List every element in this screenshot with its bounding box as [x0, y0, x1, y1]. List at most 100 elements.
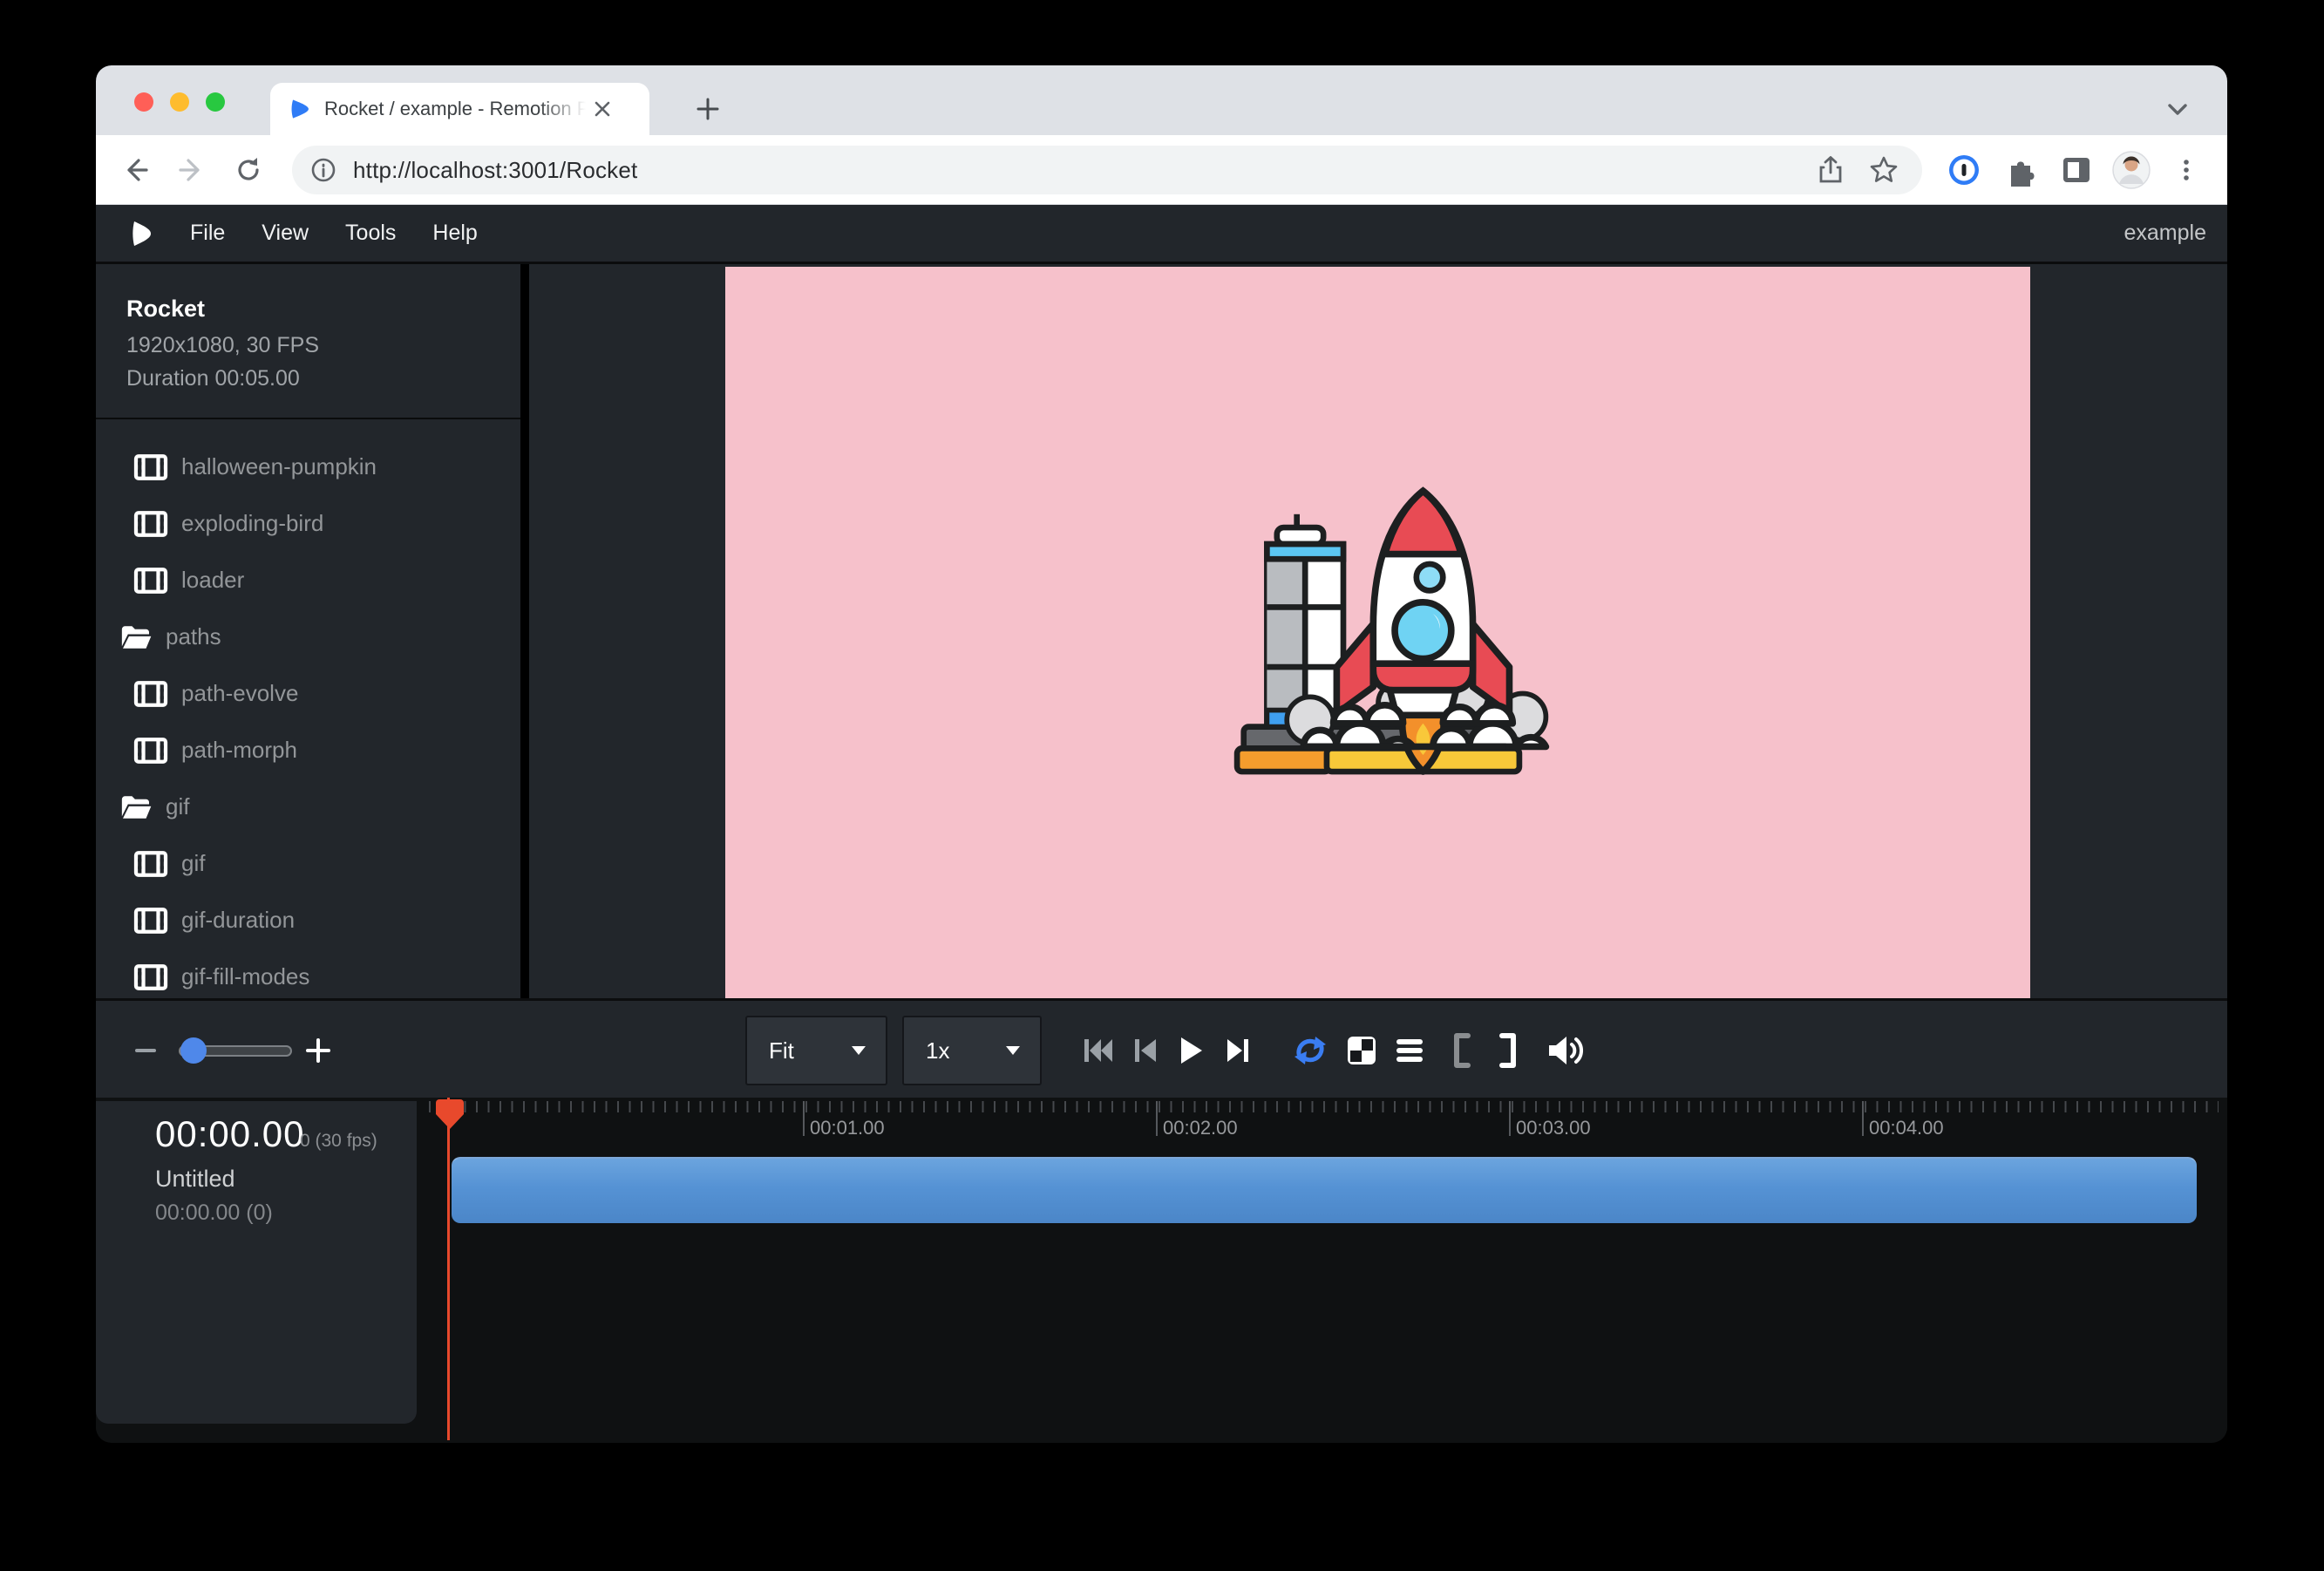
composition-label: halloween-pumpkin — [181, 453, 377, 480]
chevron-down-icon — [851, 1045, 866, 1056]
playback-speed-select[interactable]: 1x — [902, 1016, 1042, 1085]
composition-list-item[interactable]: paths — [96, 609, 520, 665]
film-icon — [133, 679, 168, 709]
preview-toolbar: Fit 1x — [96, 998, 2227, 1098]
composition-list-item[interactable]: path-evolve — [96, 665, 520, 722]
timeline-left-panel: 00:00.00 0 (30 fps) Untitled 00:00.00 (0… — [96, 1101, 417, 1424]
composition-list-item[interactable]: gif-fill-modes — [96, 949, 520, 998]
side-panel-icon[interactable] — [2057, 151, 2096, 189]
tab-strip: Rocket / example - Remotion Pr — [96, 65, 2227, 135]
current-time-display: 00:00.00 — [155, 1113, 305, 1155]
zoom-in-button[interactable] — [303, 1036, 333, 1065]
new-tab-button[interactable] — [694, 95, 722, 123]
menu-item-tools[interactable]: Tools — [345, 221, 396, 246]
frame-counter: 0 (30 fps) — [300, 1131, 377, 1152]
composition-name: Rocket — [126, 296, 520, 323]
reload-button[interactable] — [233, 154, 264, 186]
in-point-button[interactable] — [1445, 1032, 1477, 1069]
composition-list-item[interactable]: halloween-pumpkin — [96, 439, 520, 495]
size-select-value: Fit — [769, 1037, 794, 1064]
sidebar-divider — [96, 418, 520, 419]
playhead-line — [447, 1098, 450, 1440]
menu-item-view[interactable]: View — [262, 221, 309, 246]
ruler-major-tick — [1862, 1101, 1864, 1136]
track-name: Untitled — [155, 1166, 235, 1193]
back-button[interactable] — [119, 154, 151, 186]
composition-list-item[interactable]: gif-duration — [96, 892, 520, 949]
menu-item-help[interactable]: Help — [432, 221, 477, 246]
composition-list-item[interactable]: loader — [96, 552, 520, 609]
tab-search-chevron-icon[interactable] — [2164, 97, 2191, 121]
preview-stage — [529, 264, 2227, 998]
zoom-window-button[interactable] — [206, 92, 225, 112]
composition-list-item[interactable]: gif — [96, 779, 520, 835]
main-content: Rocket 1920x1080, 30 FPS Duration 00:05.… — [96, 264, 2227, 998]
timeline-tracks-button[interactable] — [1392, 1034, 1427, 1067]
sidebar-resize-handle[interactable] — [520, 264, 529, 998]
ruler-major-tick — [803, 1101, 805, 1136]
forward-button[interactable] — [176, 154, 207, 186]
bookmark-star-icon[interactable] — [1868, 154, 1899, 186]
loop-toggle-button[interactable] — [1291, 1032, 1329, 1069]
project-name-label: example — [2124, 221, 2207, 246]
zoom-slider-knob[interactable] — [180, 1037, 207, 1064]
composition-label: paths — [166, 623, 221, 650]
close-window-button[interactable] — [134, 92, 153, 112]
folder-open-icon — [119, 794, 153, 820]
composition-label: gif-fill-modes — [181, 963, 309, 990]
menu-items: File View Tools Help — [153, 221, 478, 246]
browser-toolbar: http://localhost:3001/Rocket — [96, 135, 2227, 205]
ruler-major-tick — [1509, 1101, 1511, 1136]
compositions-sidebar: Rocket 1920x1080, 30 FPS Duration 00:05.… — [96, 264, 520, 998]
transparency-checkerboard-button[interactable] — [1344, 1034, 1379, 1067]
remotion-logo-icon[interactable] — [131, 221, 153, 247]
timeline-track-bar[interactable] — [452, 1157, 2197, 1223]
composition-label: gif — [181, 850, 205, 877]
jump-to-end-button[interactable] — [1221, 1034, 1254, 1067]
browser-tab[interactable]: Rocket / example - Remotion Pr — [270, 83, 649, 135]
password-manager-extension-icon[interactable] — [1945, 151, 1983, 189]
timeline-ruler[interactable] — [429, 1101, 2219, 1112]
site-info-icon[interactable] — [309, 156, 337, 184]
timeline: 00:01.0000:02.0000:03.0000:04.00 00:00.0… — [96, 1098, 2227, 1440]
menu-item-file[interactable]: File — [190, 221, 225, 246]
composition-label: exploding-bird — [181, 510, 323, 537]
composition-list-item[interactable]: path-morph — [96, 722, 520, 779]
tab-close-icon[interactable] — [588, 94, 617, 124]
composition-list-item[interactable]: exploding-bird — [96, 495, 520, 552]
ruler-time-label: 00:01.00 — [810, 1117, 885, 1139]
browser-menu-dots-icon[interactable] — [2167, 151, 2205, 189]
composition-list-item[interactable]: gif — [96, 835, 520, 892]
size-select[interactable]: Fit — [745, 1016, 887, 1085]
zoom-out-button[interactable] — [131, 1036, 160, 1065]
folder-open-icon — [119, 624, 153, 650]
out-point-button[interactable] — [1493, 1032, 1525, 1069]
composition-info: Rocket 1920x1080, 30 FPS Duration 00:05.… — [96, 264, 520, 391]
minimize-window-button[interactable] — [170, 92, 189, 112]
film-icon — [133, 962, 168, 992]
film-icon — [133, 566, 168, 595]
video-canvas — [725, 267, 2030, 998]
ruler-time-label: 00:04.00 — [1869, 1117, 1944, 1139]
composition-resolution: 1920x1080, 30 FPS — [126, 333, 520, 358]
extensions-puzzle-icon[interactable] — [2001, 151, 2040, 189]
remotion-favicon — [289, 98, 312, 120]
profile-avatar[interactable] — [2112, 151, 2151, 189]
speed-select-value: 1x — [926, 1037, 949, 1064]
composition-label: loader — [181, 567, 244, 594]
playhead-marker[interactable] — [436, 1099, 464, 1131]
jump-to-start-button[interactable] — [1082, 1034, 1115, 1067]
composition-label: path-morph — [181, 737, 297, 764]
share-icon[interactable] — [1816, 155, 1845, 185]
composition-label: path-evolve — [181, 680, 298, 707]
ruler-major-tick — [1156, 1101, 1158, 1136]
previous-frame-button[interactable] — [1129, 1034, 1162, 1067]
chevron-down-icon — [1005, 1045, 1021, 1056]
film-icon — [133, 849, 168, 879]
address-bar[interactable]: http://localhost:3001/Rocket — [292, 146, 1922, 194]
composition-label: gif-duration — [181, 907, 295, 934]
volume-button[interactable] — [1545, 1032, 1585, 1069]
play-button[interactable] — [1174, 1034, 1207, 1067]
film-icon — [133, 736, 168, 765]
rocket-illustration — [1204, 471, 1553, 795]
